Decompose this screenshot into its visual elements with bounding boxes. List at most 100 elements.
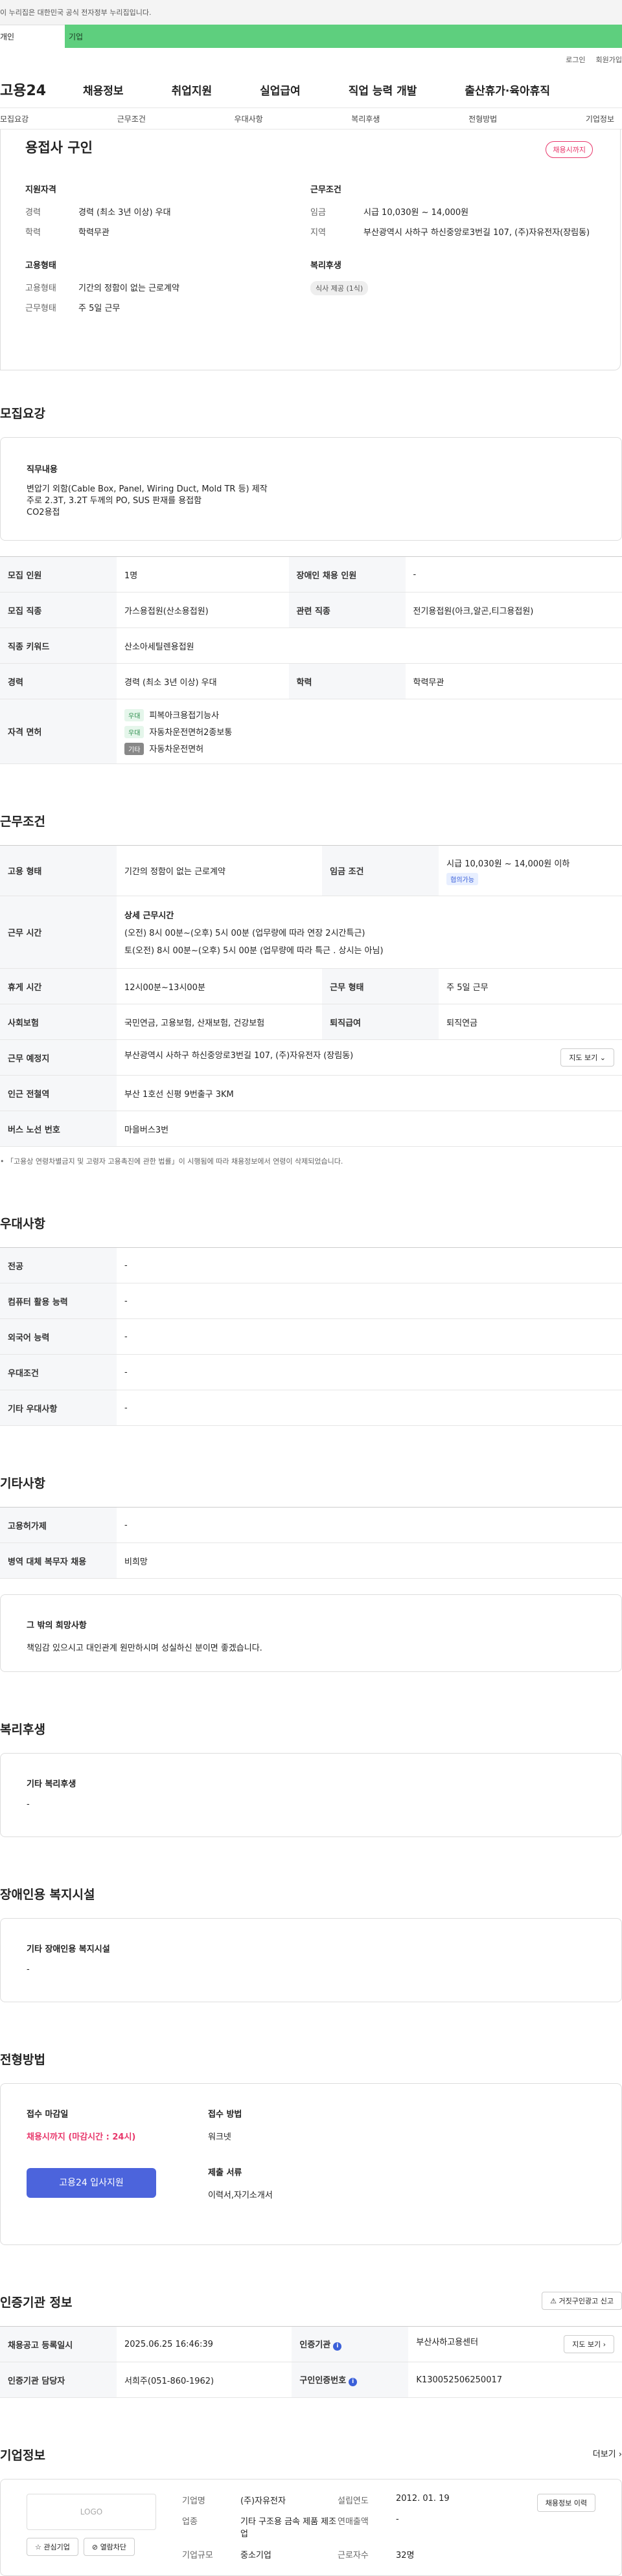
- tab-company[interactable]: 기업: [65, 25, 622, 48]
- recruit-title: 모집요강: [0, 407, 45, 421]
- table-row: 버스 노선 번호 마을버스3번: [0, 1111, 622, 1147]
- site-logo[interactable]: 고용24: [0, 79, 83, 100]
- summary-card: 용접사 구인 채용시까지 지원자격 경력 경력 (최소 3년 이상) 우대 학력 학…: [0, 130, 621, 370]
- signup-link[interactable]: 회원가입: [596, 54, 622, 65]
- pref-title: 우대사항: [0, 1217, 45, 1231]
- favorite-label: 관심기업: [43, 2543, 70, 2551]
- work-time-cell: 상세 근무시간 (오전) 8시 00분~(오후) 5시 00분 (업무량에 따라…: [117, 896, 622, 969]
- map-button-label: 지도 보기: [569, 1054, 598, 1062]
- info-key: 연매출액: [338, 2517, 369, 2527]
- more-label: 더보기: [592, 2450, 616, 2459]
- cell-value: 12시00분~13시00분: [117, 968, 323, 1004]
- age-note: • 「고용상 연령차별금지 및 고령자 고용촉진에 관한 법률」이 시행됨에 따…: [0, 1156, 622, 1166]
- duty-box: 직무내용 변압기 외함(Cable Box, Panel, Wiring Duc…: [0, 437, 622, 541]
- map-button[interactable]: 지도 보기 ⌄: [560, 1048, 614, 1067]
- cell-head: 채용공고 등록일시: [0, 2326, 117, 2362]
- table-row: 컴퓨터 활용 능력 -: [0, 1283, 622, 1319]
- welfare-sub-heading: 기타 복리후생: [27, 1779, 76, 1789]
- subnav-selection[interactable]: 전형방법: [468, 113, 497, 124]
- cell-value: 산소아세틸렌용접원: [117, 627, 622, 664]
- gnb-item-training[interactable]: 직업 능력 개발: [349, 82, 417, 98]
- global-nav: 고용24 채용정보 취업지원 실업급여 직업 능력 개발 출산휴가·육아휴직: [0, 71, 622, 107]
- info-icon[interactable]: i: [349, 2378, 358, 2386]
- selection-box: 접수 마감일 채용시까지 (마감시간 : 24시) 고용24 입사지원 접수 방…: [0, 2083, 622, 2245]
- cell-head: 학력: [288, 663, 406, 699]
- table-row: 채용공고 등록일시 2025.06.25 16:46:39 인증기관 i 부산사하…: [0, 2326, 622, 2362]
- welfare-heading: 복리후생: [310, 261, 341, 271]
- cell-head: 경력: [0, 663, 117, 699]
- table-row: 기타 우대사항 -: [0, 1390, 622, 1426]
- table-row: 모집 직종 가스용접원(산소용접원) 관련 직종 전기용접원(아크,알곤,티그용…: [0, 592, 622, 628]
- tab-individual[interactable]: 개인: [0, 25, 65, 48]
- cell-value: -: [117, 1390, 622, 1426]
- cell-value: 전기용접원(아크,알곤,티그용접원): [405, 592, 622, 628]
- gnb-item-unemployment[interactable]: 실업급여: [260, 82, 301, 98]
- kv-key: 근무형태: [25, 304, 56, 313]
- favorite-company-button[interactable]: ☆ 관심기업: [27, 2538, 78, 2556]
- cell-head: 사회보험: [0, 1004, 117, 1040]
- license-tag: 우대: [124, 725, 144, 738]
- subnav-company[interactable]: 기업정보: [586, 113, 614, 124]
- table-row: 모집 인원 1명 장애인 채용 인원 -: [0, 556, 622, 593]
- employment-block: 고용형태 고용형태 기간의 정함이 없는 근로계약 근무형태 주 5일 근무: [25, 258, 310, 321]
- cell-value: 부산사하고용센터: [416, 2338, 479, 2347]
- gnb-item-leave[interactable]: 출산휴가·육아휴직: [465, 82, 550, 98]
- docs-value: 이력서,자기소개서: [208, 2191, 273, 2200]
- cell-value: 시급 10,030원 ~ 14,000원 이하: [446, 859, 570, 869]
- table-row: 근무 예정지 부산광역시 사하구 하신중앙로3번길 107, (주)자유전자 (…: [0, 1039, 622, 1076]
- apply-button[interactable]: 고용24 입사지원: [27, 2168, 156, 2198]
- subnav-pref[interactable]: 우대사항: [235, 113, 263, 124]
- time-detail-heading: 상세 근무시간: [124, 911, 174, 921]
- info-value: -: [396, 2514, 399, 2525]
- place-cell: 부산광역시 사하구 하신중앙로3번길 107, (주)자유전자 (장림동) 지도…: [117, 1039, 622, 1076]
- report-button[interactable]: ⚠ 거짓구인광고 신고: [542, 2291, 622, 2310]
- more-link[interactable]: 더보기 ›: [593, 2447, 622, 2459]
- kv-value: 부산광역시 사하구 하신중앙로3번길 107, (주)자유전자(장림동): [363, 228, 590, 238]
- info-key: 기업명: [182, 2496, 205, 2506]
- chevron-right-icon: ›: [618, 2450, 622, 2459]
- welfare-title: 복리후생: [0, 1723, 45, 1737]
- cell-value: 2025.06.25 16:46:39: [117, 2326, 292, 2362]
- section-subnav: 모집요강 근무조건 우대사항 복리후생 전형방법 기업정보: [0, 107, 622, 130]
- top-tabs: 개인 기업: [0, 25, 622, 48]
- gnb-item-employment-support[interactable]: 취업지원: [172, 82, 213, 98]
- cell-head: 임금 조건: [322, 845, 439, 896]
- subnav-recruit[interactable]: 모집요강: [0, 113, 29, 124]
- cell-value: -: [117, 1354, 622, 1390]
- selection-title: 전형방법: [0, 2053, 45, 2067]
- history-button[interactable]: 채용정보 이력: [536, 2494, 595, 2512]
- cell-value: -: [405, 556, 622, 593]
- info-icon[interactable]: i: [333, 2342, 342, 2351]
- cell-head: 근무 예정지: [0, 1039, 117, 1076]
- cell-value: -: [117, 1318, 622, 1355]
- cell-value: 기간의 정함이 없는 근로계약: [117, 845, 323, 896]
- info-value: 2012. 01. 19: [396, 2494, 450, 2503]
- report-button-label: 거짓구인광고 신고: [559, 2296, 614, 2305]
- info-value: 기타 구조용 금속 제품 제조업: [240, 2517, 337, 2540]
- cell-head: 기타 우대사항: [0, 1390, 117, 1426]
- table-row: 사회보험 국민연금, 고용보험, 산재보험, 건강보험 퇴직급여 퇴직연금: [0, 1004, 622, 1040]
- gnb-item-jobs[interactable]: 채용정보: [83, 82, 124, 98]
- cell-head: 고용 형태: [0, 845, 117, 896]
- login-link[interactable]: 로그인: [566, 54, 585, 65]
- disabled-sub-heading: 기타 장애인용 복지시설: [27, 1945, 110, 1954]
- info-key: 기업규모: [182, 2550, 213, 2560]
- employment-heading: 고용형태: [25, 261, 56, 271]
- org-map-button[interactable]: 지도 보기 ›: [564, 2335, 614, 2353]
- table-row: 근무 시간 상세 근무시간 (오전) 8시 00분~(오후) 5시 00분 (업…: [0, 896, 622, 969]
- subnav-welfare[interactable]: 복리후생: [351, 113, 380, 124]
- subnav-work[interactable]: 근무조건: [117, 113, 146, 124]
- cell-head: 자격 면허: [0, 699, 117, 764]
- info-key: 업종: [182, 2517, 198, 2527]
- company-logo: LOGO: [27, 2494, 156, 2530]
- duty-heading: 직무내용: [27, 465, 58, 475]
- cell-head: 관련 직종: [288, 592, 406, 628]
- duty-line: 주로 2.3T, 3.2T 두께의 PO, SUS 판재를 용접함: [27, 496, 202, 506]
- cell-value: 주 5일 근무: [439, 968, 622, 1004]
- duty-line: CO2용접: [27, 508, 60, 517]
- license-tag: 기타: [124, 742, 144, 755]
- license-name: 자동차운전면허: [149, 744, 204, 754]
- company-logo-col: LOGO ☆ 관심기업 ⊘ 열람차단: [27, 2494, 182, 2561]
- age-note-text: 「고용상 연령차별금지 및 고령자 고용촉진에 관한 법률」이 시행됨에 따라 …: [6, 1157, 343, 1166]
- block-view-button[interactable]: ⊘ 열람차단: [83, 2538, 135, 2556]
